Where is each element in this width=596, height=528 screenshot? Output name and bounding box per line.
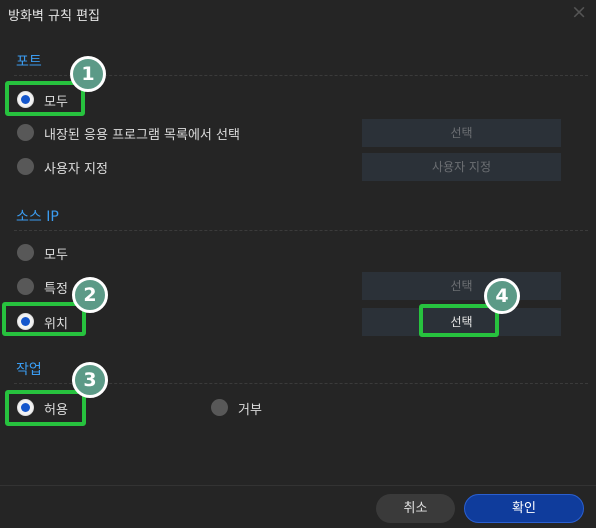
- port-custom-button[interactable]: 사용자 지정: [362, 153, 561, 181]
- source-all-radio[interactable]: [17, 244, 34, 261]
- port-builtin-radio[interactable]: [17, 124, 34, 141]
- highlight-box-action-allow: [5, 390, 86, 426]
- source-specific-select-button[interactable]: 선택: [362, 272, 561, 300]
- source-specific-radio[interactable]: [17, 278, 34, 295]
- action-deny-radio[interactable]: [211, 399, 228, 416]
- highlight-box-source-location: [2, 302, 86, 336]
- highlight-box-location-select: [419, 304, 499, 337]
- action-heading: 작업: [16, 362, 42, 378]
- footer-divider: [0, 485, 596, 486]
- source-specific-label: 특정: [44, 282, 68, 297]
- cancel-button[interactable]: 취소: [376, 494, 455, 523]
- port-heading: 포트: [16, 54, 42, 70]
- port-select-button[interactable]: 선택: [362, 119, 561, 147]
- source-ip-heading: 소스 IP: [16, 209, 59, 225]
- confirm-button[interactable]: 확인: [464, 494, 584, 523]
- step-badge-2: 2: [72, 277, 108, 313]
- divider: [14, 230, 588, 231]
- step-badge-3: 3: [72, 362, 108, 398]
- source-all-label: 모두: [44, 248, 68, 263]
- step-badge-1: 1: [70, 56, 106, 92]
- close-icon[interactable]: ×: [571, 2, 587, 22]
- dialog-title: 방화벽 규칙 편집: [8, 9, 100, 24]
- port-custom-radio[interactable]: [17, 158, 34, 175]
- action-deny-label: 거부: [238, 403, 262, 418]
- port-custom-label: 사용자 지정: [44, 162, 108, 177]
- port-builtin-label: 내장된 응용 프로그램 목록에서 선택: [44, 128, 240, 143]
- step-badge-4: 4: [484, 278, 520, 314]
- highlight-box-port-all: [5, 81, 85, 116]
